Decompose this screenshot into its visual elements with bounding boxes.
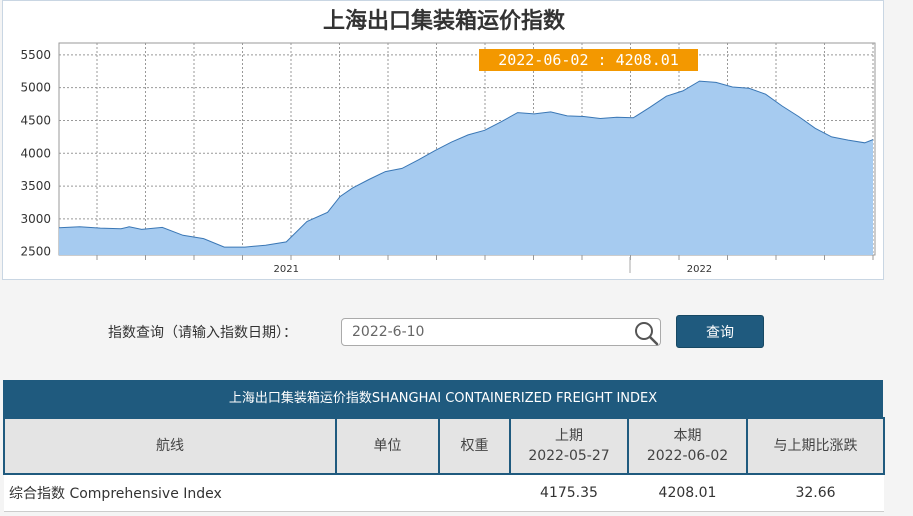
table-row: 综合指数 Comprehensive Index 4175.35 4208.01… (4, 473, 884, 512)
freight-index-chart[interactable]: 5500 5000 4500 4000 3500 3000 2500 2021 2022 (3, 1, 885, 281)
header-previous: 上期 2022-05-27 (509, 417, 629, 475)
cell-weight (439, 473, 510, 512)
header-weight: 权重 (438, 417, 511, 475)
cell-route: 综合指数 Comprehensive Index (4, 473, 336, 512)
index-table: 上海出口集装箱运价指数SHANGHAI CONTAINERIZED FREIGH… (3, 380, 885, 512)
header-previous-label: 上期 (555, 428, 583, 444)
x-tick-label: 2021 (274, 264, 299, 275)
cell-unit (336, 473, 439, 512)
header-current-label: 本期 (673, 428, 702, 444)
table-title: 上海出口集装箱运价指数SHANGHAI CONTAINERIZED FREIGH… (3, 380, 883, 417)
y-tick-label: 2500 (20, 245, 51, 259)
y-tick-label: 5500 (20, 48, 51, 62)
chart-tooltip: 2022-06-02 : 4208.01 (479, 49, 698, 71)
y-tick-label: 3000 (20, 212, 51, 226)
table-header-row: 航线 单位 权重 上期 2022-05-27 本期 2022-06-02 与上期… (3, 417, 885, 475)
cell-change: 32.66 (747, 473, 884, 512)
x-tick-label: 2022 (687, 264, 712, 275)
header-previous-date: 2022-05-27 (528, 448, 610, 464)
y-tick-label: 4000 (20, 146, 51, 160)
query-button[interactable]: 查询 (676, 315, 764, 348)
header-route: 航线 (3, 417, 337, 475)
y-tick-label: 5000 (20, 81, 51, 95)
header-unit: 单位 (335, 417, 440, 475)
cell-previous: 4175.35 (510, 473, 628, 512)
date-search-input[interactable] (341, 318, 661, 346)
query-label: 指数查询（请输入指数日期）： (108, 325, 297, 341)
search-icon[interactable] (633, 320, 659, 346)
header-current-date: 2022-06-02 (646, 448, 729, 464)
y-tick-label: 4500 (20, 113, 51, 127)
cell-current: 4208.01 (628, 473, 747, 512)
y-tick-label: 3500 (20, 179, 51, 193)
chart-title: 上海出口集装箱运价指数 (322, 8, 565, 34)
header-current: 本期 2022-06-02 (627, 417, 748, 475)
chart-panel: 5500 5000 4500 4000 3500 3000 2500 2021 2022 上海出… (2, 0, 884, 280)
header-change: 与上期比涨跌 (746, 417, 885, 475)
